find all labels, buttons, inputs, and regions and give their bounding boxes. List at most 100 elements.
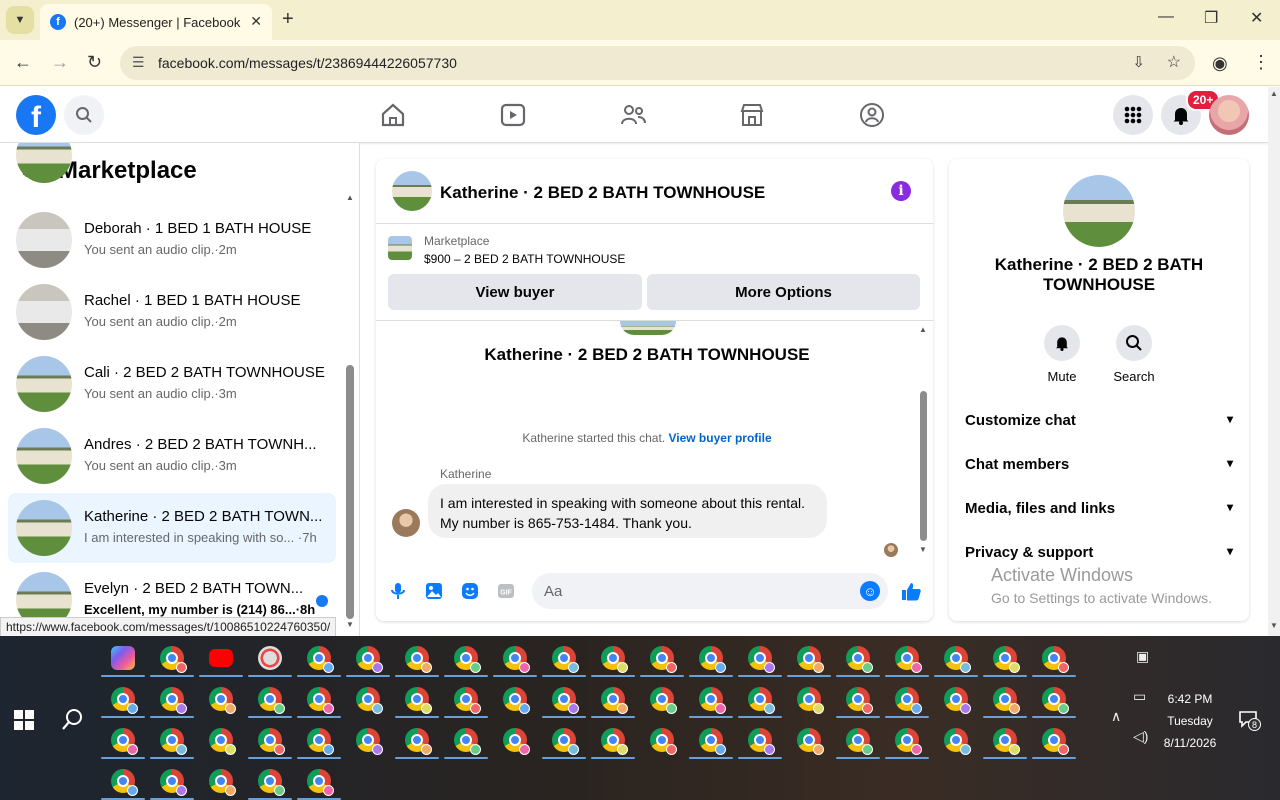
chrome-app-icon[interactable]: [405, 646, 432, 673]
chrome-app-icon[interactable]: [356, 687, 383, 714]
chrome-app-icon[interactable]: [1042, 728, 1069, 755]
scroll-up-icon[interactable]: ▲: [346, 193, 354, 202]
browser-menu-icon[interactable]: ⋮: [1252, 52, 1270, 73]
scroll-up-icon[interactable]: ▲: [1270, 89, 1278, 98]
chat-scrollbar[interactable]: ▲ ▼: [919, 325, 927, 555]
message-bubble[interactable]: I am interested in speaking with someone…: [428, 484, 827, 538]
reload-button[interactable]: ↻: [87, 52, 102, 73]
like-icon[interactable]: [900, 580, 922, 602]
section-media-files[interactable]: Media, files and links ▾: [965, 500, 1233, 524]
youtube-app-icon[interactable]: [209, 649, 233, 667]
more-options-button[interactable]: More Options: [647, 274, 920, 310]
scroll-down-icon[interactable]: ▼: [919, 545, 927, 554]
chrome-app-icon[interactable]: [111, 769, 138, 796]
network-icon[interactable]: ▭: [1133, 688, 1146, 705]
chrome-app-icon[interactable]: [650, 728, 677, 755]
list-item[interactable]: Deborah · 1 BED 1 BATH HOUSE You sent an…: [8, 205, 336, 275]
scroll-down-icon[interactable]: ▼: [346, 620, 354, 629]
scrollbar-thumb[interactable]: [346, 365, 354, 619]
chrome-app-icon[interactable]: [307, 728, 334, 755]
search-conversation-button[interactable]: Search: [1104, 325, 1164, 384]
copilot-app-icon[interactable]: [111, 646, 135, 670]
chrome-app-icon[interactable]: [209, 728, 236, 755]
list-item-partial[interactable]: [8, 143, 336, 193]
list-item[interactable]: Rachel · 1 BED 1 BATH HOUSE You sent an …: [8, 277, 336, 347]
chrome-app-icon[interactable]: [601, 646, 628, 673]
section-chat-members[interactable]: Chat members ▾: [965, 456, 1233, 480]
scroll-down-icon[interactable]: ▼: [1270, 621, 1278, 630]
chevron-up-icon[interactable]: ∧: [1111, 708, 1121, 725]
chrome-app-icon[interactable]: [601, 687, 628, 714]
chrome-app-icon[interactable]: [503, 646, 530, 673]
list-item[interactable]: Cali · 2 BED 2 BATH TOWNHOUSE You sent a…: [8, 349, 336, 419]
restore-button[interactable]: ❐: [1204, 8, 1218, 28]
bookmark-star-icon[interactable]: ☆: [1167, 52, 1181, 72]
profile-icon[interactable]: ◉: [1212, 53, 1228, 74]
info-icon[interactable]: i: [891, 181, 911, 201]
chrome-app-icon[interactable]: [454, 646, 481, 673]
chrome-app-icon[interactable]: [944, 687, 971, 714]
url-input[interactable]: ☰ facebook.com/messages/t/23869444226057…: [120, 46, 1195, 80]
chrome-app-icon[interactable]: [797, 687, 824, 714]
windows-start-icon[interactable]: [14, 710, 34, 730]
chrome-app-icon[interactable]: [160, 646, 187, 673]
chat-avatar[interactable]: [392, 171, 432, 211]
close-window-button[interactable]: ✕: [1250, 8, 1263, 28]
chrome-app-icon[interactable]: [797, 728, 824, 755]
section-customize-chat[interactable]: Customize chat ▾: [965, 412, 1233, 436]
left-scrollbar[interactable]: ▲ ▼: [346, 193, 354, 629]
sender-avatar[interactable]: [392, 509, 420, 537]
home-icon[interactable]: [379, 101, 407, 129]
chrome-app-icon[interactable]: [699, 646, 726, 673]
listing-thumbnail[interactable]: [388, 236, 412, 260]
scrollbar-thumb[interactable]: [920, 391, 927, 541]
chrome-app-icon[interactable]: [307, 646, 334, 673]
gif-icon[interactable]: GIF: [496, 581, 516, 601]
notification-center-icon[interactable]: 8: [1238, 710, 1261, 731]
groups-icon[interactable]: [858, 101, 886, 129]
chrome-app-icon[interactable]: [405, 687, 432, 714]
back-button[interactable]: ←: [14, 52, 32, 73]
chrome-app-icon[interactable]: [895, 728, 922, 755]
microphone-icon[interactable]: [388, 581, 408, 601]
facebook-logo-icon[interactable]: f: [16, 95, 56, 135]
sticker-icon[interactable]: [460, 581, 480, 601]
chrome-app-icon[interactable]: [846, 687, 873, 714]
chrome-app-icon[interactable]: [552, 728, 579, 755]
browser-tab[interactable]: f (20+) Messenger | Facebook ✕: [40, 4, 272, 40]
minimize-button[interactable]: —: [1158, 8, 1174, 26]
chrome-app-icon[interactable]: [895, 646, 922, 673]
message-input[interactable]: Aa ☺: [532, 573, 888, 609]
view-buyer-profile-link[interactable]: View buyer profile: [668, 431, 771, 445]
chrome-app-icon[interactable]: [209, 687, 236, 714]
chrome-app-icon[interactable]: [748, 728, 775, 755]
chrome-app-icon[interactable]: [356, 728, 383, 755]
chrome-app-icon[interactable]: [209, 769, 236, 796]
video-icon[interactable]: [499, 101, 527, 129]
chrome-app-icon[interactable]: [1042, 687, 1069, 714]
chrome-app-icon[interactable]: [258, 769, 285, 796]
chrome-app-icon[interactable]: [160, 728, 187, 755]
chrome-app-icon[interactable]: [993, 728, 1020, 755]
app-icon[interactable]: [258, 646, 282, 670]
chrome-app-icon[interactable]: [895, 687, 922, 714]
chrome-app-icon[interactable]: [503, 687, 530, 714]
volume-icon[interactable]: ◁): [1133, 728, 1148, 745]
chrome-app-icon[interactable]: [846, 728, 873, 755]
new-tab-button[interactable]: +: [282, 8, 294, 31]
photo-icon[interactable]: [424, 581, 444, 601]
forward-button[interactable]: →: [51, 52, 69, 73]
chrome-app-icon[interactable]: [160, 769, 187, 796]
list-item-active[interactable]: Katherine · 2 BED 2 BATH TOWN... I am in…: [8, 493, 336, 563]
chrome-app-icon[interactable]: [944, 646, 971, 673]
chrome-app-icon[interactable]: [111, 687, 138, 714]
chrome-app-icon[interactable]: [552, 687, 579, 714]
taskbar-clock[interactable]: 6:42 PM Tuesday 8/11/2026: [1150, 688, 1230, 754]
chrome-app-icon[interactable]: [699, 728, 726, 755]
chat-title[interactable]: Katherine · 2 BED 2 BATH TOWNHOUSE: [440, 183, 765, 203]
list-item[interactable]: Andres · 2 BED 2 BATH TOWNH... You sent …: [8, 421, 336, 491]
listing-price[interactable]: $900 – 2 BED 2 BATH TOWNHOUSE: [424, 252, 625, 266]
chrome-app-icon[interactable]: [307, 687, 334, 714]
taskbar-search-icon[interactable]: [60, 706, 86, 732]
menu-grid-button[interactable]: [1113, 95, 1153, 135]
